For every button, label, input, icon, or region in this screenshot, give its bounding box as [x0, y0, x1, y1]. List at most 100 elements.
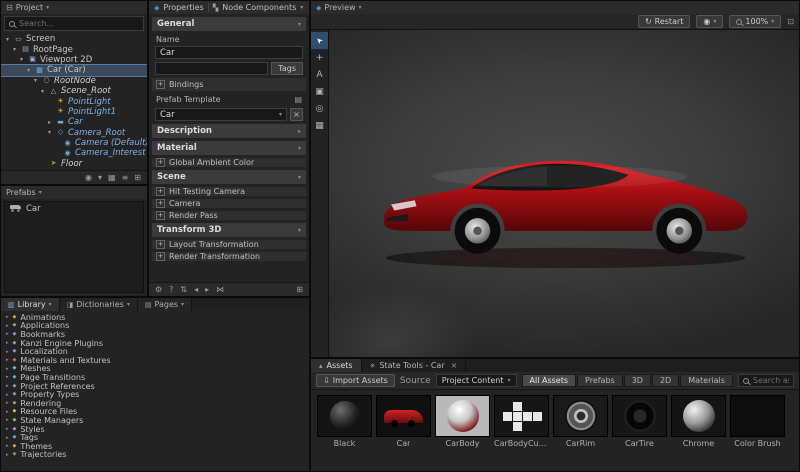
- assets-search-input[interactable]: [753, 376, 789, 385]
- expander-icon[interactable]: ▸: [6, 392, 9, 398]
- zoom-control[interactable]: 100% ▾: [729, 15, 781, 28]
- close-icon[interactable]: ×: [449, 361, 458, 370]
- library-item[interactable]: ▸ Materials and Textures: [1, 356, 309, 365]
- tab-state-tools[interactable]: State Tools - Car ×: [362, 359, 467, 372]
- columns-view-icon[interactable]: ⊞: [134, 173, 141, 182]
- chevron-down-icon[interactable]: ▾: [39, 189, 42, 196]
- restart-button[interactable]: ↻ Restart: [638, 15, 690, 28]
- tab-node-components[interactable]: Node Components: [222, 3, 296, 12]
- forward-icon[interactable]: ▸: [205, 285, 209, 294]
- tree-item[interactable]: ▾ RootNode: [1, 76, 147, 86]
- add-icon[interactable]: [156, 158, 165, 167]
- property-group-row[interactable]: Hit Testing Camera: [152, 187, 306, 196]
- library-item[interactable]: ▸ Page Transitions: [1, 373, 309, 382]
- asset-item[interactable]: CarBodyCubema...: [494, 395, 549, 466]
- expander-icon[interactable]: ▸: [6, 314, 9, 320]
- gear-icon[interactable]: ⚙: [155, 285, 162, 294]
- library-item[interactable]: ▸ Project References: [1, 382, 309, 391]
- add-icon[interactable]: [156, 240, 165, 249]
- chevron-down-icon[interactable]: ▾: [98, 173, 102, 182]
- project-search-input[interactable]: [19, 19, 139, 28]
- chevron-down-icon[interactable]: ▾: [359, 4, 362, 11]
- library-item[interactable]: ▸ Themes: [1, 442, 309, 451]
- list-view-icon[interactable]: ≡: [122, 173, 129, 182]
- expander-icon[interactable]: ▸: [6, 400, 9, 406]
- property-group-row[interactable]: Render Transformation: [152, 252, 306, 261]
- tree-item[interactable]: Floor: [1, 159, 147, 169]
- chevron-down-icon[interactable]: ▾: [300, 4, 303, 11]
- back-icon[interactable]: ◂: [194, 285, 198, 294]
- visibility-dropdown[interactable]: ◉ ▾: [696, 15, 723, 28]
- expander-icon[interactable]: ▸: [6, 409, 9, 415]
- expander-icon[interactable]: ▾: [25, 67, 32, 74]
- tree-item[interactable]: ▾ Camera_Root: [1, 128, 147, 138]
- expander-icon[interactable]: ▸: [6, 323, 9, 329]
- tab-properties[interactable]: Properties: [163, 3, 203, 12]
- library-item[interactable]: ▸ Meshes: [1, 365, 309, 374]
- library-item[interactable]: ▸ Tags: [1, 433, 309, 442]
- preview-tool[interactable]: ▦: [311, 117, 328, 134]
- tags-field[interactable]: [155, 62, 268, 75]
- asset-item[interactable]: CarTire: [612, 395, 667, 466]
- library-item[interactable]: ▸ Property Types: [1, 390, 309, 399]
- asset-item[interactable]: Car: [376, 395, 431, 466]
- section-general[interactable]: General ▾: [152, 17, 306, 31]
- asset-filter-button[interactable]: 3D: [624, 374, 651, 387]
- add-icon[interactable]: [156, 187, 165, 196]
- expander-icon[interactable]: ▾: [46, 129, 53, 136]
- bindings-row[interactable]: Bindings: [152, 78, 306, 91]
- tab-library[interactable]: Library ▾: [1, 298, 60, 311]
- asset-item[interactable]: CarBody: [435, 395, 490, 466]
- preview-tool[interactable]: +: [311, 49, 328, 66]
- prefab-item[interactable]: Car: [5, 202, 143, 215]
- asset-filter-button[interactable]: Materials: [680, 374, 733, 387]
- grid-view-icon[interactable]: ▦: [108, 173, 116, 182]
- template-list-icon[interactable]: ▤: [294, 95, 302, 104]
- library-item[interactable]: ▸ Resource Files: [1, 408, 309, 417]
- library-item[interactable]: ▸ Rendering: [1, 399, 309, 408]
- tree-item[interactable]: ▾ Scene_Root: [1, 86, 147, 96]
- section-material[interactable]: Material ▾: [152, 141, 306, 155]
- library-item[interactable]: ▸ Localization: [1, 347, 309, 356]
- property-group-row[interactable]: Camera: [152, 199, 306, 208]
- property-group-row[interactable]: Global Ambient Color: [152, 158, 306, 167]
- library-item[interactable]: ▸ Styles: [1, 425, 309, 434]
- add-icon[interactable]: [156, 199, 165, 208]
- add-icon[interactable]: [156, 80, 165, 89]
- link-icon[interactable]: ⋈: [216, 285, 224, 294]
- expander-icon[interactable]: ▸: [6, 417, 9, 423]
- tree-item[interactable]: ▾ Viewport 2D: [1, 55, 147, 65]
- library-item[interactable]: ▸ Applications: [1, 322, 309, 331]
- library-item[interactable]: ▸ Bookmarks: [1, 330, 309, 339]
- expander-icon[interactable]: ▾: [39, 88, 46, 95]
- library-item[interactable]: ▸ Kanzi Engine Plugins: [1, 339, 309, 348]
- tree-item[interactable]: ▾ RootPage: [1, 44, 147, 54]
- tree-item[interactable]: ▾ Car (Car): [1, 65, 147, 75]
- library-item[interactable]: ▸ Trajectories: [1, 451, 309, 460]
- preview-tool[interactable]: ▣: [311, 83, 328, 100]
- grid-icon[interactable]: ⊞: [296, 285, 303, 294]
- source-dropdown[interactable]: Project Content ▾: [436, 374, 517, 387]
- help-icon[interactable]: ?: [169, 285, 173, 294]
- import-assets-button[interactable]: ⇩ Import Assets: [316, 374, 395, 387]
- asset-filter-button[interactable]: All Assets: [522, 374, 577, 387]
- asset-item[interactable]: Chrome: [671, 395, 726, 466]
- expander-icon[interactable]: ▸: [46, 119, 53, 126]
- expander-icon[interactable]: ▸: [6, 426, 9, 432]
- asset-filter-button[interactable]: 2D: [652, 374, 679, 387]
- property-group-row[interactable]: Layout Transformation: [152, 240, 306, 249]
- expander-icon[interactable]: ▾: [11, 46, 18, 53]
- preview-tool[interactable]: A: [311, 66, 328, 83]
- library-item[interactable]: ▸ State Managers: [1, 416, 309, 425]
- expander-icon[interactable]: ▸: [6, 435, 9, 441]
- tree-item[interactable]: Camera (Default): [1, 138, 147, 148]
- asset-item[interactable]: Color Brush: [730, 395, 785, 466]
- tags-button[interactable]: Tags: [271, 62, 303, 75]
- fullscreen-icon[interactable]: ⊡: [787, 17, 794, 26]
- expander-icon[interactable]: ▸: [6, 443, 9, 449]
- expander-icon[interactable]: ▾: [4, 36, 11, 43]
- prefab-template-dropdown[interactable]: Car ▾: [155, 108, 287, 121]
- tab-assets[interactable]: Assets: [311, 359, 362, 372]
- preview-tool[interactable]: ◎: [311, 100, 328, 117]
- tree-item[interactable]: PointLight: [1, 96, 147, 106]
